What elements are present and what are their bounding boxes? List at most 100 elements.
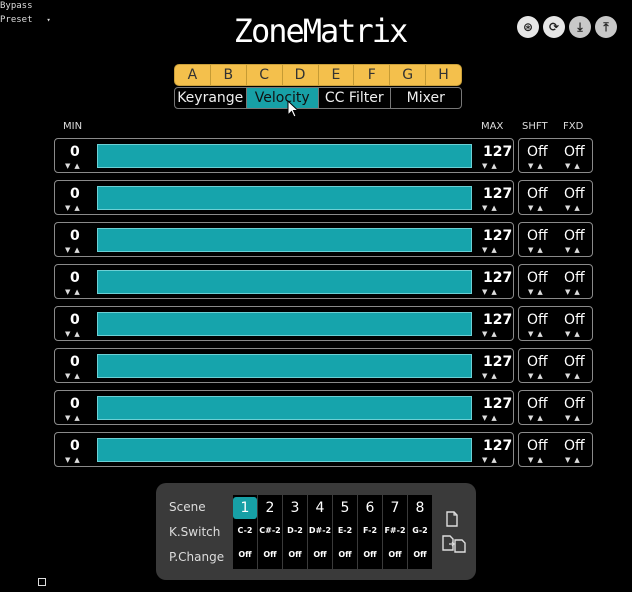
min-velocity-stepper[interactable]: ▼▲	[65, 372, 84, 380]
scene-program-change[interactable]: Off	[308, 550, 332, 559]
scene-button[interactable]: 7	[383, 497, 407, 519]
velocity-range-bar[interactable]	[97, 186, 472, 210]
scene-button[interactable]: 1	[233, 497, 257, 519]
refresh-icon[interactable]: ⟳	[543, 16, 565, 38]
scene-keyswitch[interactable]: F-2	[358, 526, 382, 535]
scene-button[interactable]: 2	[258, 497, 282, 519]
fixed-stepper[interactable]: ▼▲	[565, 414, 584, 422]
scene-keyswitch[interactable]: D-2	[283, 526, 307, 535]
min-velocity-stepper[interactable]: ▼▲	[65, 162, 84, 170]
zone-e[interactable]: E	[319, 65, 355, 85]
shift-stepper[interactable]: ▼▲	[528, 288, 547, 296]
scene-program-change[interactable]: Off	[383, 550, 407, 559]
scene-program-change[interactable]: Off	[233, 550, 257, 559]
min-velocity-stepper[interactable]: ▼▲	[65, 246, 84, 254]
midi-port-icon[interactable]: ⊛	[517, 16, 539, 38]
shift-stepper[interactable]: ▼▲	[528, 246, 547, 254]
fixed-value[interactable]: Off	[564, 228, 585, 244]
fixed-value[interactable]: Off	[564, 396, 585, 412]
zone-f[interactable]: F	[354, 65, 391, 85]
max-velocity-stepper[interactable]: ▼▲	[482, 456, 501, 464]
shift-stepper[interactable]: ▼▲	[528, 372, 547, 380]
min-velocity-stepper[interactable]: ▼▲	[65, 204, 84, 212]
min-velocity-stepper[interactable]: ▼▲	[65, 330, 84, 338]
velocity-range-bar[interactable]	[97, 270, 472, 294]
zone-h[interactable]: H	[426, 65, 461, 85]
min-velocity-value[interactable]: 0	[70, 438, 80, 454]
fixed-value[interactable]: Off	[564, 312, 585, 328]
shift-value[interactable]: Off	[527, 228, 548, 244]
min-velocity-value[interactable]: 0	[70, 396, 80, 412]
fixed-value[interactable]: Off	[564, 144, 585, 160]
zone-d[interactable]: D	[283, 65, 319, 85]
fixed-value[interactable]: Off	[564, 354, 585, 370]
shift-stepper[interactable]: ▼▲	[528, 162, 547, 170]
shift-value[interactable]: Off	[527, 186, 548, 202]
scene-keyswitch[interactable]: C-2	[233, 526, 257, 535]
scene-button[interactable]: 8	[408, 497, 432, 519]
fixed-stepper[interactable]: ▼▲	[565, 456, 584, 464]
min-velocity-stepper[interactable]: ▼▲	[65, 456, 84, 464]
shift-stepper[interactable]: ▼▲	[528, 330, 547, 338]
min-velocity-value[interactable]: 0	[70, 354, 80, 370]
scene-button[interactable]: 4	[308, 497, 332, 519]
min-velocity-value[interactable]: 0	[70, 270, 80, 286]
scene-keyswitch[interactable]: E-2	[333, 526, 357, 535]
shift-value[interactable]: Off	[527, 270, 548, 286]
zone-c[interactable]: C	[247, 65, 283, 85]
max-velocity-value[interactable]: 127	[483, 396, 512, 412]
shift-value[interactable]: Off	[527, 144, 548, 160]
scene-keyswitch[interactable]: G-2	[408, 526, 432, 535]
tab-mixer[interactable]: Mixer	[391, 88, 462, 108]
min-velocity-stepper[interactable]: ▼▲	[65, 414, 84, 422]
max-velocity-value[interactable]: 127	[483, 228, 512, 244]
shift-stepper[interactable]: ▼▲	[528, 414, 547, 422]
shift-value[interactable]: Off	[527, 396, 548, 412]
scene-button[interactable]: 6	[358, 497, 382, 519]
tab-cc-filter[interactable]: CC Filter	[319, 88, 391, 108]
fixed-stepper[interactable]: ▼▲	[565, 330, 584, 338]
max-velocity-stepper[interactable]: ▼▲	[482, 414, 501, 422]
min-velocity-value[interactable]: 0	[70, 186, 80, 202]
upload-icon[interactable]: ⤒	[595, 16, 617, 38]
max-velocity-stepper[interactable]: ▼▲	[482, 204, 501, 212]
velocity-range-bar[interactable]	[97, 438, 472, 462]
scene-button[interactable]: 5	[333, 497, 357, 519]
min-velocity-value[interactable]: 0	[70, 228, 80, 244]
max-velocity-stepper[interactable]: ▼▲	[482, 162, 501, 170]
scene-keyswitch[interactable]: D#-2	[308, 526, 332, 535]
scene-program-change[interactable]: Off	[283, 550, 307, 559]
fixed-value[interactable]: Off	[564, 438, 585, 454]
fixed-stepper[interactable]: ▼▲	[565, 372, 584, 380]
tab-velocity[interactable]: Velocity	[246, 88, 319, 108]
velocity-range-bar[interactable]	[97, 354, 472, 378]
zone-b[interactable]: B	[211, 65, 247, 85]
shift-value[interactable]: Off	[527, 354, 548, 370]
fixed-value[interactable]: Off	[564, 186, 585, 202]
max-velocity-value[interactable]: 127	[483, 438, 512, 454]
velocity-range-bar[interactable]	[97, 396, 472, 420]
velocity-range-bar[interactable]	[97, 312, 472, 336]
fixed-stepper[interactable]: ▼▲	[565, 288, 584, 296]
max-velocity-stepper[interactable]: ▼▲	[482, 246, 501, 254]
shift-stepper[interactable]: ▼▲	[528, 456, 547, 464]
scene-keyswitch[interactable]: F#-2	[383, 526, 407, 535]
min-velocity-value[interactable]: 0	[70, 144, 80, 160]
velocity-range-bar[interactable]	[97, 228, 472, 252]
max-velocity-value[interactable]: 127	[483, 186, 512, 202]
download-icon[interactable]: ⤓	[569, 16, 591, 38]
preset-selector[interactable]: Preset ▾	[0, 15, 51, 25]
scene-program-change[interactable]: Off	[408, 550, 432, 559]
fixed-stepper[interactable]: ▼▲	[565, 162, 584, 170]
min-velocity-value[interactable]: 0	[70, 312, 80, 328]
max-velocity-value[interactable]: 127	[483, 270, 512, 286]
min-velocity-stepper[interactable]: ▼▲	[65, 288, 84, 296]
scene-program-change[interactable]: Off	[358, 550, 382, 559]
max-velocity-value[interactable]: 127	[483, 144, 512, 160]
velocity-range-bar[interactable]	[97, 144, 472, 168]
fixed-stepper[interactable]: ▼▲	[565, 246, 584, 254]
max-velocity-stepper[interactable]: ▼▲	[482, 372, 501, 380]
zone-g[interactable]: G	[390, 65, 427, 85]
max-velocity-value[interactable]: 127	[483, 354, 512, 370]
tab-keyrange[interactable]: Keyrange	[175, 88, 247, 108]
